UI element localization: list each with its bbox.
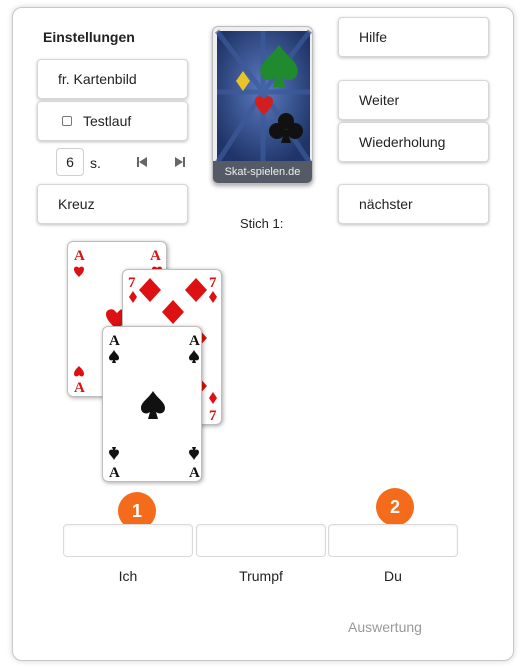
- next-button[interactable]: Weiter: [338, 80, 489, 120]
- slot-ich[interactable]: [63, 524, 193, 557]
- slot-du[interactable]: [328, 524, 458, 557]
- suit-button-label: Kreuz: [58, 196, 95, 212]
- help-button[interactable]: Hilfe: [338, 17, 489, 57]
- card-rank-corner: A: [189, 333, 200, 349]
- card-image-button[interactable]: fr. Kartenbild: [37, 59, 188, 99]
- slot-label-du: Du: [384, 568, 402, 584]
- card-rank-bottom: A: [74, 380, 85, 396]
- deck-label: Skat-spielen.de: [213, 161, 312, 183]
- seconds-unit: s.: [90, 155, 101, 171]
- player-badge-2: 2: [376, 488, 414, 526]
- trick-label: Stich 1:: [240, 216, 284, 231]
- following-button[interactable]: nächster: [338, 184, 489, 224]
- card-rank: 7: [128, 275, 136, 291]
- card-deck[interactable]: Skat-spielen.de: [212, 26, 313, 184]
- seconds-input[interactable]: 6: [56, 148, 84, 176]
- skip-forward-icon[interactable]: [173, 155, 187, 169]
- help-button-label: Hilfe: [359, 29, 388, 45]
- card-rank-corner: 7: [209, 275, 217, 291]
- next-button-label: Weiter: [359, 92, 400, 108]
- card-ace-of-spades[interactable]: A A A A: [102, 326, 202, 482]
- slot-label-ich: Ich: [118, 568, 138, 584]
- card-rank-bottom-right: A: [189, 465, 200, 481]
- suit-button[interactable]: Kreuz: [37, 184, 188, 224]
- checkbox-icon[interactable]: [62, 116, 72, 126]
- card-rank-bottom: 7: [209, 408, 217, 424]
- test-run-label: Testlauf: [83, 113, 132, 129]
- card-rank: A: [109, 333, 120, 349]
- repeat-button-label: Wiederholung: [359, 134, 446, 150]
- test-run-toggle[interactable]: Testlauf: [37, 101, 188, 141]
- slot-trumpf[interactable]: [196, 524, 326, 557]
- settings-heading: Einstellungen: [43, 29, 135, 45]
- card-image-button-label: fr. Kartenbild: [58, 71, 137, 87]
- slot-label-trumpf: Trumpf: [239, 568, 283, 584]
- card-rank-bottom: A: [109, 465, 120, 481]
- skip-back-icon[interactable]: [135, 155, 149, 169]
- repeat-button[interactable]: Wiederholung: [338, 122, 489, 162]
- following-button-label: nächster: [359, 196, 413, 212]
- card-rank-corner: A: [150, 248, 161, 264]
- evaluation-link[interactable]: Auswertung: [348, 619, 422, 635]
- card-rank: A: [74, 248, 85, 264]
